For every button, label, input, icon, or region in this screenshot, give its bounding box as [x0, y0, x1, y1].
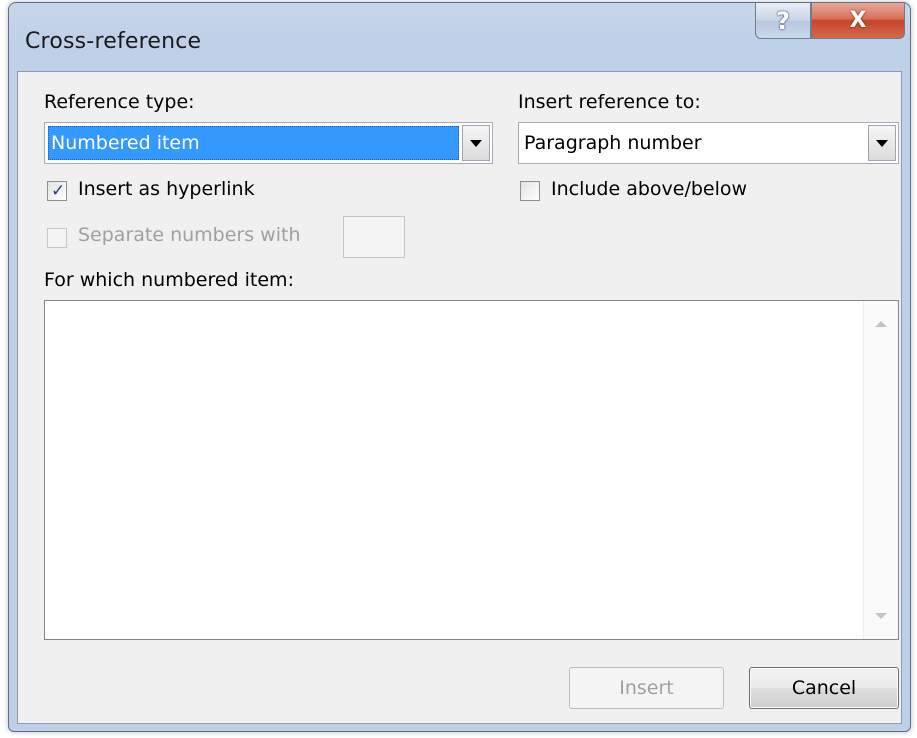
reference-type-dropdown-button[interactable] [462, 125, 490, 161]
separate-numbers-input[interactable] [343, 216, 405, 258]
scroll-down-icon[interactable] [875, 613, 887, 619]
dialog-title: Cross-reference [25, 29, 202, 54]
reference-type-value: Numbered item [48, 126, 459, 160]
separate-numbers-checkbox[interactable] [47, 228, 67, 248]
insert-reference-to-label: Insert reference to: [518, 91, 701, 113]
insert-as-hyperlink-checkbox[interactable]: ✓ [47, 181, 67, 201]
help-icon: ? [776, 6, 790, 35]
reference-type-dropdown[interactable]: Numbered item [44, 122, 493, 164]
chevron-down-icon [470, 139, 482, 147]
insert-reference-to-dropdown[interactable]: Paragraph number [518, 122, 899, 164]
insert-reference-to-value: Paragraph number [524, 132, 702, 154]
insert-reference-to-dropdown-button[interactable] [868, 125, 896, 161]
include-above-below-checkbox[interactable] [520, 181, 540, 201]
scroll-up-icon[interactable] [875, 321, 887, 327]
close-button[interactable]: X [811, 3, 905, 39]
for-which-label: For which numbered item: [44, 269, 294, 291]
dialog-body: Reference type: Numbered item Insert ref… [17, 71, 902, 724]
insert-as-hyperlink-label[interactable]: Insert as hyperlink [78, 178, 255, 200]
include-above-below-label[interactable]: Include above/below [551, 178, 747, 200]
cross-reference-dialog: Cross-reference ? X Reference type: Numb… [8, 2, 911, 732]
title-bar[interactable]: Cross-reference ? X [9, 3, 910, 73]
numbered-item-list[interactable] [44, 300, 899, 640]
close-icon: X [849, 8, 867, 33]
separate-numbers-label: Separate numbers with [78, 224, 301, 246]
chevron-down-icon [876, 139, 888, 147]
checkmark-icon: ✓ [51, 181, 66, 201]
list-scrollbar[interactable] [863, 301, 898, 639]
insert-button[interactable]: Insert [569, 667, 724, 709]
reference-type-label: Reference type: [44, 91, 195, 113]
help-button[interactable]: ? [755, 3, 811, 39]
cancel-button[interactable]: Cancel [749, 667, 899, 709]
